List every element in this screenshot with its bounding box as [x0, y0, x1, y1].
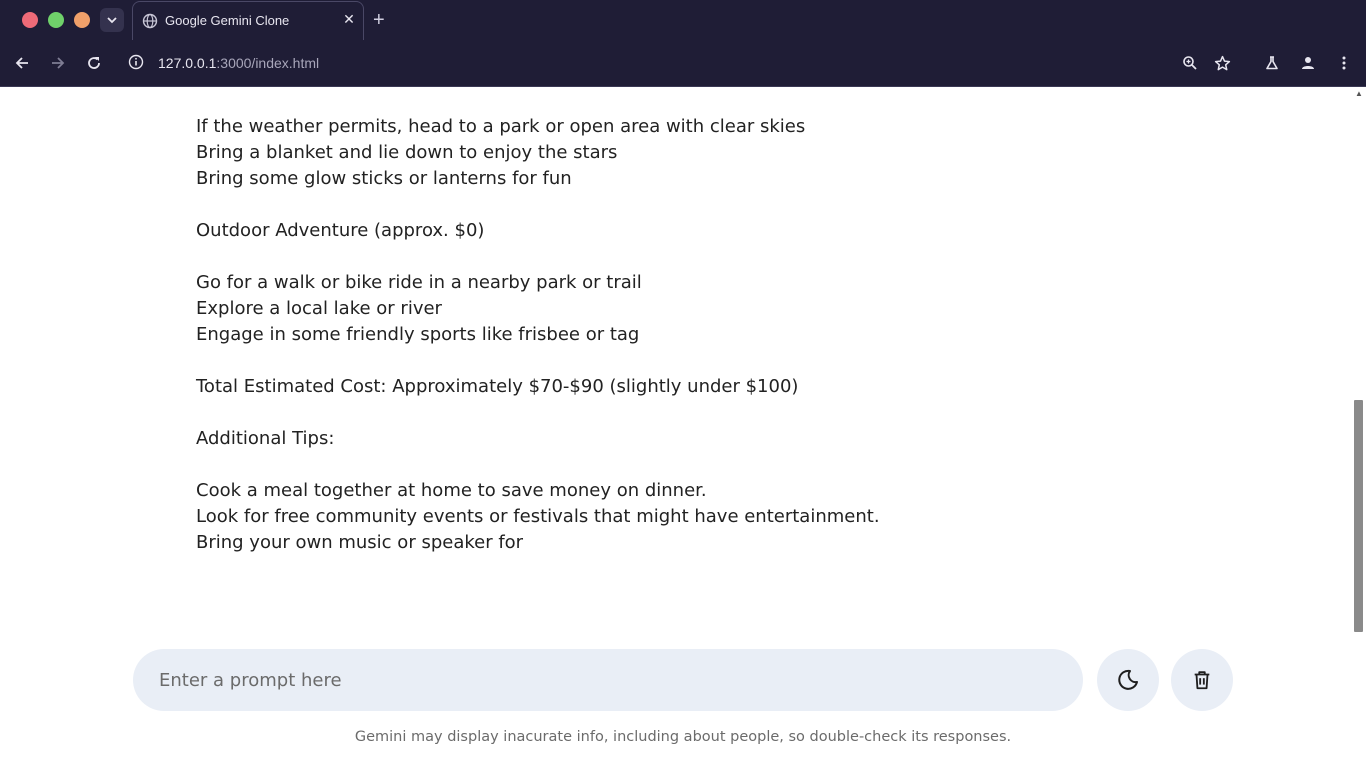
response-line: Outdoor Adventure (approx. $0)	[196, 220, 485, 241]
zoom-icon	[1183, 56, 1197, 70]
url-host: 127.0.0.1	[158, 55, 217, 71]
toolbar-divider	[0, 86, 1366, 87]
tab-title: Google Gemini Clone	[165, 13, 290, 28]
star-icon	[1214, 55, 1230, 70]
response-text: If the weather permits, head to a park o…	[196, 114, 1196, 556]
browser-toolbar: 127.0.0.1:3000/index.html	[0, 40, 1366, 86]
scrollbar-thumb[interactable]	[1354, 400, 1363, 632]
globe-icon	[142, 13, 158, 29]
reload-button[interactable]	[84, 53, 104, 73]
forward-button[interactable]	[48, 53, 68, 73]
prompt-box	[133, 649, 1083, 711]
scroll-up-arrow-icon[interactable]: ▲	[1353, 88, 1365, 100]
url-path: :3000/index.html	[216, 55, 320, 71]
close-window-button[interactable]	[22, 12, 38, 28]
response-line: Look for free community events or festiv…	[196, 506, 880, 527]
arrow-left-icon	[15, 57, 28, 69]
site-info-icon[interactable]	[128, 54, 144, 70]
response-blank-line	[196, 452, 1196, 478]
new-tab-button[interactable]: +	[373, 8, 385, 32]
delete-chats-button[interactable]	[1171, 649, 1233, 711]
reload-icon	[88, 57, 100, 69]
trash-icon	[1194, 671, 1210, 690]
browser-tab[interactable]: Google Gemini Clone ✕	[132, 1, 364, 40]
response-line: Engage in some friendly sports like fris…	[196, 324, 640, 345]
moon-icon	[1118, 669, 1138, 690]
response-blank-line	[196, 400, 1196, 426]
flask-icon	[1266, 56, 1278, 70]
zoom-button[interactable]	[1180, 53, 1200, 73]
prompt-input[interactable]	[159, 649, 1059, 711]
response-line: Bring some glow sticks or lanterns for f…	[196, 168, 572, 189]
tab-close-icon[interactable]: ✕	[340, 11, 358, 28]
arrow-right-icon	[52, 57, 65, 69]
person-icon	[1302, 57, 1314, 69]
back-button[interactable]	[12, 53, 32, 73]
response-blank-line	[196, 244, 1196, 270]
response-line: Explore a local lake or river	[196, 298, 442, 319]
chevron-down-icon	[107, 17, 117, 24]
profile-button[interactable]	[1298, 53, 1318, 73]
tab-list-button[interactable]	[100, 8, 124, 32]
theme-toggle-button[interactable]	[1097, 649, 1159, 711]
address-bar[interactable]: 127.0.0.1:3000/index.html	[158, 55, 319, 71]
response-line: Total Estimated Cost: Approximately $70-…	[196, 376, 799, 397]
kebab-menu-icon	[1342, 56, 1346, 70]
minimize-window-button[interactable]	[74, 12, 90, 28]
menu-button[interactable]	[1334, 53, 1354, 73]
response-blank-line	[196, 192, 1196, 218]
response-line: Bring your own music or speaker for	[196, 532, 524, 553]
response-line: If the weather permits, head to a park o…	[196, 116, 806, 137]
bookmark-button[interactable]	[1212, 53, 1232, 73]
maximize-window-button[interactable]	[48, 12, 64, 28]
disclaimer-text: Gemini may display inacurate info, inclu…	[354, 729, 1012, 745]
response-line: Go for a walk or bike ride in a nearby p…	[196, 272, 642, 293]
response-line: Bring a blanket and lie down to enjoy th…	[196, 142, 618, 163]
response-line: Cook a meal together at home to save mon…	[196, 480, 707, 501]
labs-button[interactable]	[1262, 53, 1282, 73]
response-blank-line	[196, 348, 1196, 374]
browser-titlebar: Google Gemini Clone ✕ +	[0, 0, 1366, 40]
response-line: Additional Tips:	[196, 428, 335, 449]
